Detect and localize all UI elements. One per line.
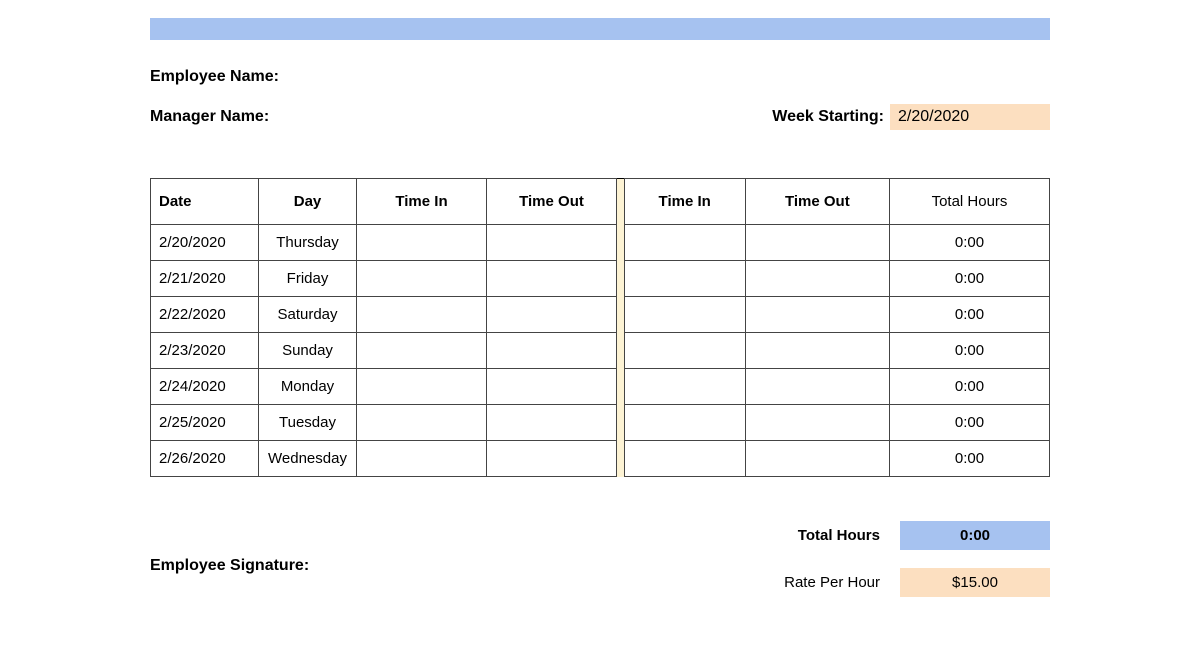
- cell-time-out-1[interactable]: [487, 333, 617, 369]
- col-total-hours: Total Hours: [890, 179, 1050, 225]
- week-starting-group: Week Starting: 2/20/2020: [772, 104, 1050, 130]
- cell-time-out-1[interactable]: [487, 225, 617, 261]
- col-time-out-2: Time Out: [745, 179, 889, 225]
- cell-time-out-1[interactable]: [487, 261, 617, 297]
- cell-date[interactable]: 2/20/2020: [151, 225, 259, 261]
- cell-time-in-2[interactable]: [624, 333, 745, 369]
- cell-time-out-1[interactable]: [487, 405, 617, 441]
- cell-time-in-2[interactable]: [624, 369, 745, 405]
- cell-total-hours: 0:00: [890, 369, 1050, 405]
- cell-time-out-1[interactable]: [487, 297, 617, 333]
- cell-day: Wednesday: [259, 441, 357, 477]
- total-hours-value: 0:00: [900, 521, 1050, 550]
- cell-time-out-2[interactable]: [745, 369, 889, 405]
- col-time-in-2: Time In: [624, 179, 745, 225]
- cell-time-out-2[interactable]: [745, 405, 889, 441]
- cell-time-out-1[interactable]: [487, 369, 617, 405]
- cell-total-hours: 0:00: [890, 333, 1050, 369]
- col-time-out-1: Time Out: [487, 179, 617, 225]
- cell-total-hours: 0:00: [890, 225, 1050, 261]
- cell-time-out-2[interactable]: [745, 297, 889, 333]
- cell-date[interactable]: 2/22/2020: [151, 297, 259, 333]
- manager-name-label: Manager Name:: [150, 108, 269, 126]
- cell-time-in-2[interactable]: [624, 225, 745, 261]
- cell-day: Thursday: [259, 225, 357, 261]
- rate-per-hour-label: Rate Per Hour: [740, 574, 880, 591]
- employee-name-label: Employee Name:: [150, 68, 279, 86]
- week-starting-value[interactable]: 2/20/2020: [890, 104, 1050, 130]
- cell-time-out-1[interactable]: [487, 441, 617, 477]
- cell-total-hours: 0:00: [890, 297, 1050, 333]
- cell-time-out-2[interactable]: [745, 333, 889, 369]
- week-starting-label: Week Starting:: [772, 108, 884, 126]
- cell-time-in-2[interactable]: [624, 441, 745, 477]
- cell-time-out-2[interactable]: [745, 261, 889, 297]
- cell-time-in-2[interactable]: [624, 297, 745, 333]
- cell-time-in-1[interactable]: [357, 369, 487, 405]
- cell-date[interactable]: 2/25/2020: [151, 405, 259, 441]
- timesheet-table: Date Day Time In Time Out 2/20/2020Thurs…: [150, 178, 1050, 477]
- cell-date[interactable]: 2/23/2020: [151, 333, 259, 369]
- cell-time-in-2[interactable]: [624, 405, 745, 441]
- header-section: Employee Name: Manager Name: Week Starti…: [150, 68, 1050, 130]
- cell-day: Saturday: [259, 297, 357, 333]
- cell-time-out-2[interactable]: [745, 225, 889, 261]
- col-day: Day: [259, 179, 357, 225]
- cell-time-in-1[interactable]: [357, 225, 487, 261]
- cell-day: Sunday: [259, 333, 357, 369]
- cell-time-in-2[interactable]: [624, 261, 745, 297]
- table-gap: [617, 178, 624, 477]
- cell-time-in-1[interactable]: [357, 261, 487, 297]
- cell-total-hours: 0:00: [890, 261, 1050, 297]
- cell-time-out-2[interactable]: [745, 441, 889, 477]
- cell-time-in-1[interactable]: [357, 333, 487, 369]
- cell-total-hours: 0:00: [890, 405, 1050, 441]
- cell-day: Monday: [259, 369, 357, 405]
- cell-date[interactable]: 2/24/2020: [151, 369, 259, 405]
- top-accent-bar: [150, 18, 1050, 40]
- rate-per-hour-value[interactable]: $15.00: [900, 568, 1050, 597]
- cell-date[interactable]: 2/21/2020: [151, 261, 259, 297]
- employee-signature-label: Employee Signature:: [150, 557, 309, 575]
- cell-time-in-1[interactable]: [357, 297, 487, 333]
- cell-time-in-1[interactable]: [357, 405, 487, 441]
- summary-section: Employee Signature: Total Hours 0:00 Rat…: [150, 521, 1050, 597]
- cell-total-hours: 0:00: [890, 441, 1050, 477]
- col-time-in-1: Time In: [357, 179, 487, 225]
- cell-day: Friday: [259, 261, 357, 297]
- cell-date[interactable]: 2/26/2020: [151, 441, 259, 477]
- col-date: Date: [151, 179, 259, 225]
- cell-day: Tuesday: [259, 405, 357, 441]
- total-hours-label: Total Hours: [740, 527, 880, 544]
- cell-time-in-1[interactable]: [357, 441, 487, 477]
